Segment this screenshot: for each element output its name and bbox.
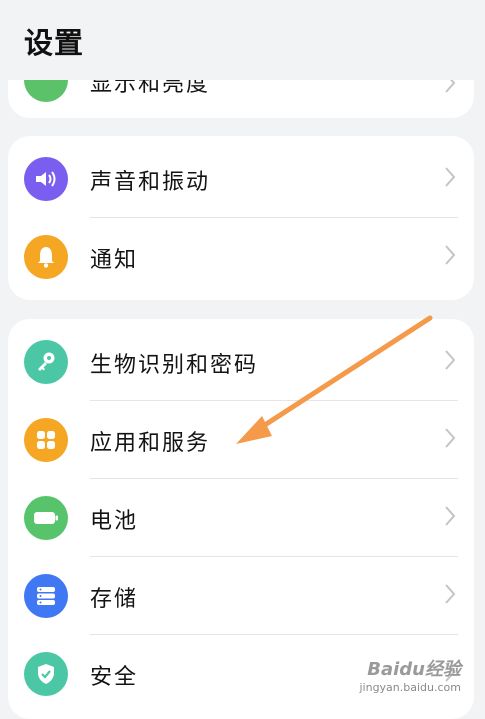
settings-item-notification[interactable]: 通知 (8, 218, 474, 296)
key-icon (24, 340, 68, 384)
settings-item-label: 电池 (90, 509, 139, 534)
settings-item-biometrics[interactable]: 生物识别和密码 (8, 323, 474, 401)
chevron-right-icon (445, 80, 456, 93)
chevron-right-icon (445, 350, 456, 370)
settings-item-label: 生物识别和密码 (90, 353, 259, 378)
settings-item-apps[interactable]: 应用和服务 (8, 401, 474, 479)
apps-grid-icon (24, 418, 68, 462)
watermark: Baidu经验 jingyan.baidu.com (359, 655, 461, 694)
settings-item-label: 应用和服务 (90, 431, 211, 456)
settings-item-label: 显示和亮度 (90, 80, 211, 97)
page-title: 设置 (24, 26, 85, 60)
settings-item-label: 声音和振动 (90, 170, 211, 195)
settings-item-label: 通知 (90, 248, 139, 273)
settings-item-storage[interactable]: 存储 (8, 557, 474, 635)
watermark-url: jingyan.baidu.com (359, 681, 461, 694)
settings-item-label: 存储 (90, 587, 139, 612)
chevron-right-icon (445, 245, 456, 265)
shield-check-icon (24, 652, 68, 696)
settings-item-display[interactable]: 显示和亮度 (8, 80, 474, 118)
watermark-brand: Baidu经验 (367, 659, 461, 680)
chevron-right-icon (445, 428, 456, 448)
chevron-right-icon (445, 167, 456, 187)
settings-item-battery[interactable]: 电池 (8, 479, 474, 557)
bell-icon (24, 235, 68, 279)
display-icon (24, 80, 68, 102)
settings-item-label: 安全 (90, 665, 139, 690)
settings-card-sound-notify: 声音和振动 通知 (8, 136, 474, 300)
battery-icon (24, 496, 68, 540)
speaker-icon (24, 157, 68, 201)
chevron-right-icon (445, 506, 456, 526)
storage-icon (24, 574, 68, 618)
chevron-right-icon (445, 584, 456, 604)
settings-card-display: 显示和亮度 (8, 80, 474, 118)
settings-item-sound[interactable]: 声音和振动 (8, 140, 474, 218)
